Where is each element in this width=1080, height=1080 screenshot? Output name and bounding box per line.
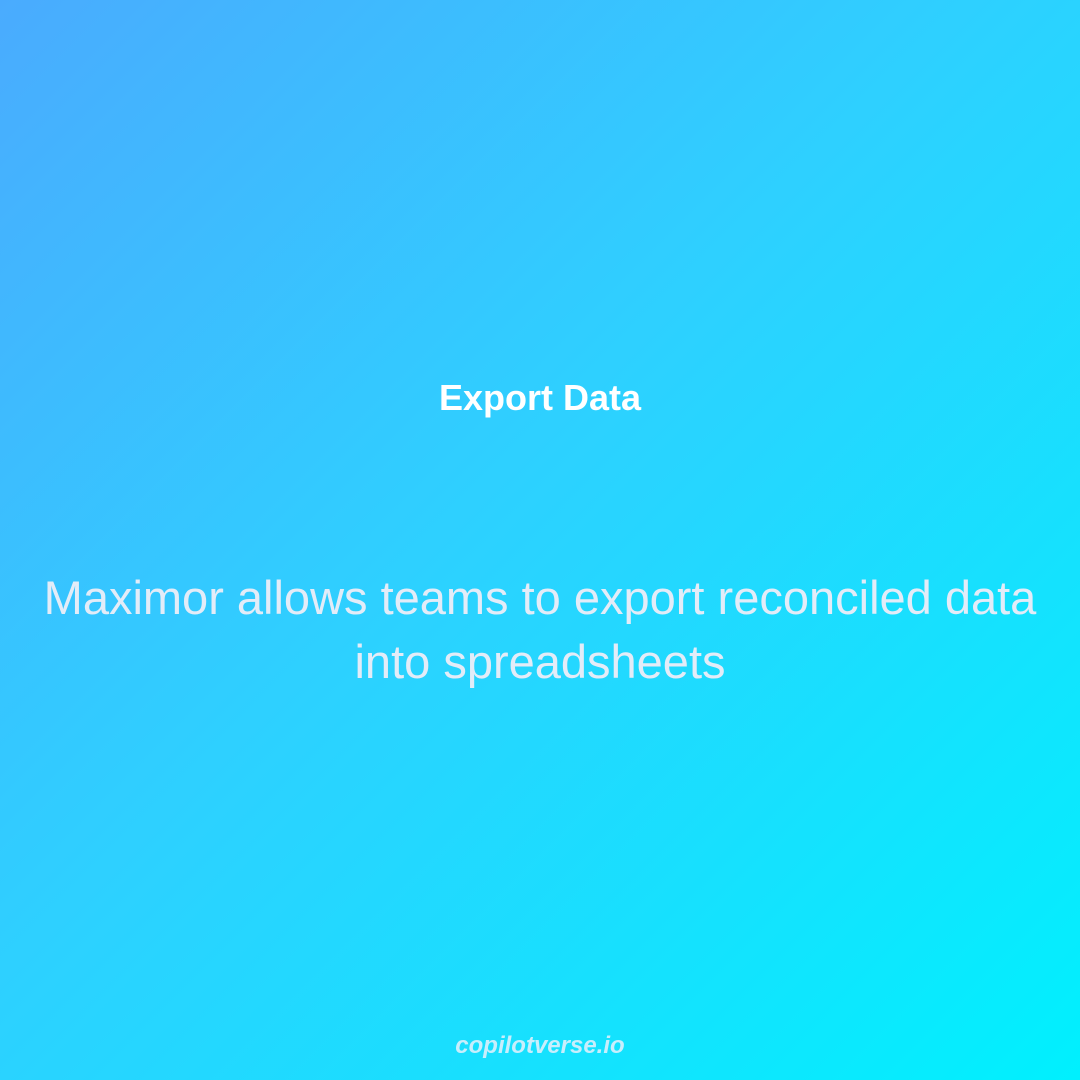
footer-watermark: copilotverse.io [455,1032,625,1059]
slide-canvas: Export Data Maximor allows teams to expo… [0,0,1080,1080]
slide-body-text: Maximor allows teams to export reconcile… [43,571,1037,688]
slide-title: Export Data [438,377,642,418]
